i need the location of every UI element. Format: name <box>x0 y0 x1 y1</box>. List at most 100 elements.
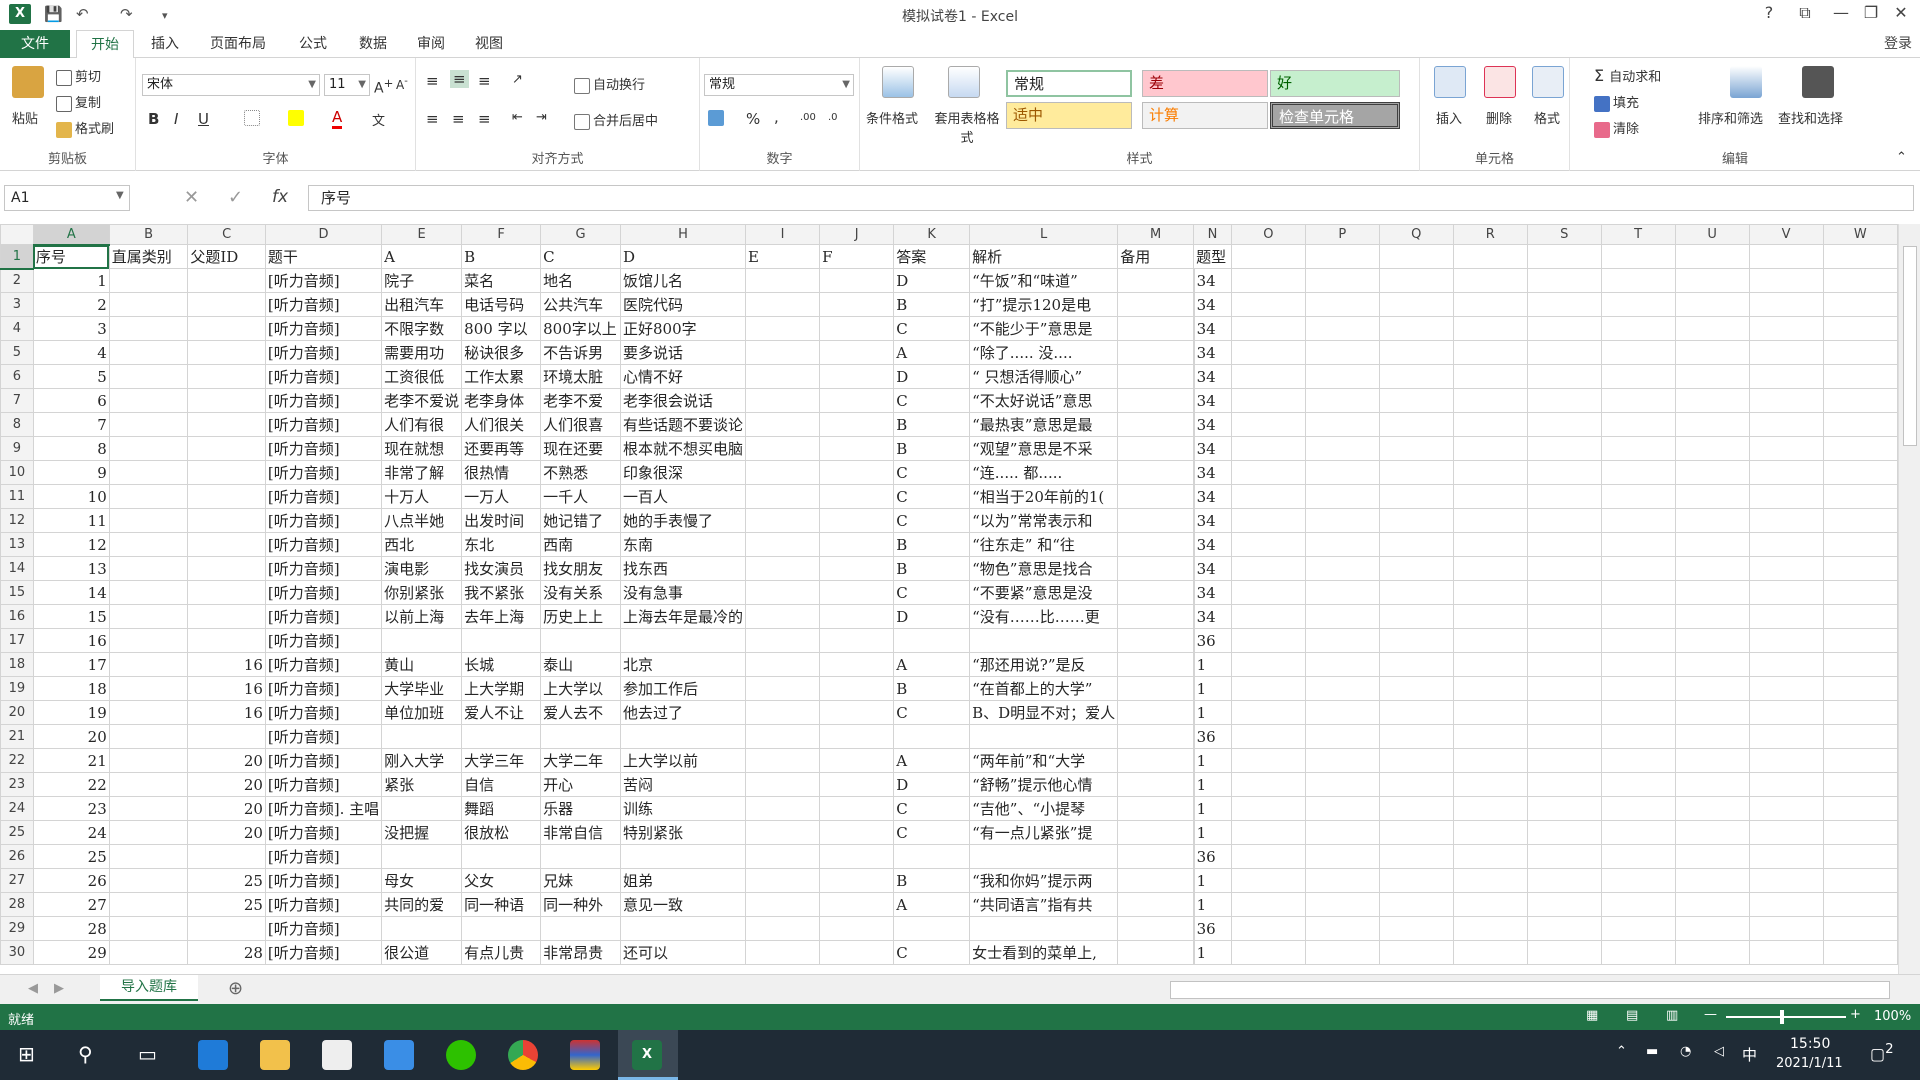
cell[interactable] <box>1378 676 1454 701</box>
cell[interactable]: 西南 <box>540 532 621 557</box>
cell[interactable]: 需要用功 <box>381 340 463 365</box>
cell[interactable] <box>1230 364 1306 389</box>
cell[interactable]: 34 <box>1192 364 1232 389</box>
cell[interactable] <box>819 892 895 917</box>
cell[interactable]: 上大学以 <box>540 676 621 701</box>
cell[interactable]: 东北 <box>461 532 542 557</box>
format-cells-button[interactable]: 格式 <box>1534 108 1560 127</box>
cell[interactable] <box>1822 628 1898 653</box>
cell[interactable] <box>1822 748 1898 773</box>
cell[interactable] <box>744 844 821 869</box>
cell[interactable] <box>744 868 821 893</box>
column-header[interactable]: H <box>619 224 747 245</box>
cell[interactable] <box>1378 940 1454 965</box>
cell[interactable] <box>1230 652 1306 677</box>
cell[interactable] <box>1748 604 1824 629</box>
cell[interactable] <box>187 916 266 941</box>
cell[interactable]: 长城 <box>461 652 542 677</box>
cell[interactable]: [听力音频] <box>264 364 383 389</box>
next-sheet-icon[interactable]: ▶ <box>54 981 64 996</box>
cell[interactable] <box>1117 268 1195 293</box>
cell[interactable]: 历史上上 <box>540 604 621 629</box>
cell[interactable] <box>744 556 821 581</box>
decrease-indent-icon[interactable]: ⇤ <box>512 110 523 125</box>
cell[interactable] <box>1674 268 1750 293</box>
cell[interactable] <box>819 916 895 941</box>
tab-view[interactable]: 视图 <box>464 30 514 58</box>
cell[interactable]: 1 <box>1192 676 1232 701</box>
zoom-slider-thumb[interactable] <box>1780 1010 1784 1024</box>
cell[interactable] <box>1304 556 1380 581</box>
cell[interactable] <box>1117 604 1195 629</box>
cell[interactable]: 很放松 <box>461 820 542 845</box>
increase-indent-icon[interactable]: ⇥ <box>536 110 547 125</box>
shrink-font-button[interactable]: A- <box>396 76 408 92</box>
cell[interactable] <box>819 532 895 557</box>
cell[interactable] <box>819 316 895 341</box>
cell[interactable] <box>1600 844 1676 869</box>
cell[interactable]: 兄妹 <box>540 868 621 893</box>
cell[interactable] <box>1378 796 1454 821</box>
cell[interactable] <box>1452 868 1528 893</box>
cell[interactable]: 院子 <box>381 268 463 293</box>
cell[interactable]: 非常自信 <box>540 820 621 845</box>
cell[interactable] <box>1304 340 1380 365</box>
cell[interactable]: 爱人不让 <box>461 700 542 725</box>
conditional-format-button[interactable]: 条件格式 <box>866 108 918 127</box>
cell[interactable]: 1 <box>1192 892 1232 917</box>
cell[interactable]: [听力音频] <box>264 532 383 557</box>
cell[interactable] <box>1304 844 1380 869</box>
row-header[interactable]: 28 <box>0 892 34 917</box>
cell[interactable] <box>744 268 821 293</box>
format-as-table-button[interactable]: 套用表格格式 <box>932 108 1002 146</box>
cell[interactable]: 11 <box>32 508 110 533</box>
cell[interactable] <box>1117 460 1195 485</box>
cell[interactable]: 电话号码 <box>461 292 542 317</box>
cell[interactable] <box>1378 628 1454 653</box>
cell[interactable] <box>744 340 821 365</box>
cell[interactable] <box>1230 724 1306 749</box>
cell[interactable] <box>1452 796 1528 821</box>
cell[interactable]: B <box>893 532 971 557</box>
cell[interactable]: 2 <box>32 292 110 317</box>
cell[interactable]: 34 <box>1192 484 1232 509</box>
cell-style-2[interactable]: 好 <box>1270 70 1400 97</box>
cell[interactable]: 非常昂贵 <box>540 940 621 965</box>
cell[interactable] <box>1378 724 1454 749</box>
cell[interactable]: 20 <box>187 748 266 773</box>
cell[interactable] <box>1378 532 1454 557</box>
cell[interactable]: 3 <box>32 316 110 341</box>
cell[interactable]: 刚入大学 <box>381 748 463 773</box>
cell[interactable] <box>1600 892 1676 917</box>
cell[interactable]: 34 <box>1192 532 1232 557</box>
cell[interactable] <box>1304 580 1380 605</box>
cell[interactable] <box>1378 508 1454 533</box>
cell[interactable]: “观望”意思是不采 <box>969 436 1119 461</box>
volume-icon[interactable]: ◁ <box>1714 1044 1724 1059</box>
cell[interactable]: 菜名 <box>461 268 542 293</box>
cell[interactable]: D <box>619 244 747 269</box>
cell[interactable]: 21 <box>32 748 110 773</box>
cell[interactable] <box>1230 844 1306 869</box>
cell[interactable]: 上大学以前 <box>619 748 747 773</box>
cell[interactable]: B <box>461 244 542 269</box>
column-header[interactable]: E <box>381 224 463 245</box>
row-header[interactable]: 4 <box>0 316 34 341</box>
cell[interactable] <box>381 916 463 941</box>
cell[interactable] <box>1748 820 1824 845</box>
cell[interactable]: 15 <box>32 604 110 629</box>
column-header[interactable]: V <box>1748 224 1824 245</box>
cell[interactable]: 很公道 <box>381 940 463 965</box>
cell[interactable]: 去年上海 <box>461 604 542 629</box>
cell[interactable] <box>1378 268 1454 293</box>
cell[interactable]: 出发时间 <box>461 508 542 533</box>
add-sheet-icon[interactable]: ⊕ <box>228 978 243 999</box>
cell[interactable] <box>187 724 266 749</box>
cell[interactable] <box>187 388 266 413</box>
cell[interactable] <box>1600 796 1676 821</box>
cell[interactable] <box>1304 676 1380 701</box>
cell[interactable] <box>1230 772 1306 797</box>
cell[interactable] <box>1748 868 1824 893</box>
cell[interactable]: 36 <box>1192 844 1232 869</box>
cell[interactable] <box>1526 940 1602 965</box>
